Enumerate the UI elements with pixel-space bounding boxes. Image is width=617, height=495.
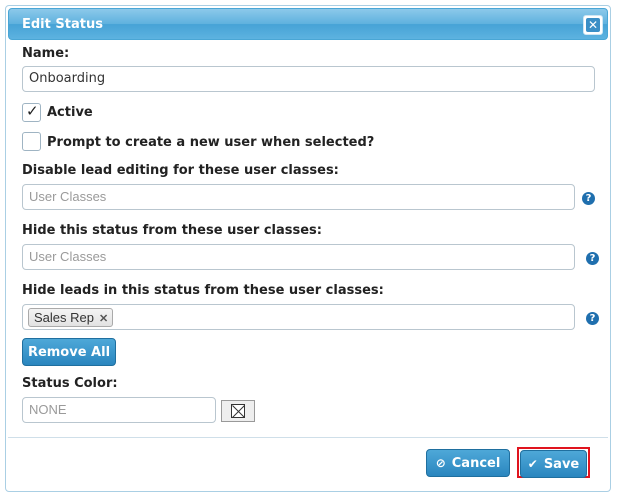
no-color-icon bbox=[231, 404, 245, 418]
name-input-value: Onboarding bbox=[29, 71, 106, 86]
close-button[interactable]: ✕ bbox=[583, 15, 603, 35]
hide-status-label: Hide this status from these user classes… bbox=[22, 223, 322, 238]
checkmark-icon: ✓ bbox=[26, 102, 39, 120]
save-label: Save bbox=[543, 456, 580, 472]
save-button[interactable]: ✔ Save bbox=[520, 450, 587, 478]
status-color-placeholder: NONE bbox=[29, 402, 67, 417]
name-input[interactable]: Onboarding bbox=[22, 66, 595, 92]
prompt-new-user-checkbox[interactable] bbox=[22, 132, 41, 151]
hide-leads-label: Hide leads in this status from these use… bbox=[22, 283, 384, 298]
user-class-tag: Sales Rep ✕ bbox=[28, 308, 114, 327]
hide-leads-user-classes-input[interactable]: Sales Rep ✕ bbox=[22, 304, 575, 330]
prompt-new-user-label: Prompt to create a new user when selecte… bbox=[47, 135, 375, 150]
cancel-label: Cancel bbox=[451, 455, 501, 471]
help-icon[interactable]: ? bbox=[586, 252, 599, 265]
footer-divider bbox=[8, 437, 608, 438]
color-picker-button[interactable] bbox=[221, 400, 255, 422]
remove-all-label: Remove All bbox=[27, 344, 111, 360]
help-icon[interactable]: ? bbox=[582, 192, 595, 205]
help-icon[interactable]: ? bbox=[586, 312, 599, 325]
edit-status-dialog: Edit Status ✕ Name: Onboarding ✓ Active … bbox=[5, 5, 611, 492]
remove-tag-icon[interactable]: ✕ bbox=[99, 313, 108, 325]
status-color-label: Status Color: bbox=[22, 376, 118, 391]
cancel-button[interactable]: ⊘ Cancel bbox=[426, 449, 510, 477]
disable-editing-label: Disable lead editing for these user clas… bbox=[22, 163, 339, 178]
tag-label: Sales Rep bbox=[34, 310, 94, 325]
disable-editing-user-classes-input[interactable]: User Classes bbox=[22, 184, 575, 210]
disable-editing-placeholder: User Classes bbox=[29, 189, 107, 204]
active-label: Active bbox=[47, 105, 93, 120]
remove-all-button[interactable]: Remove All bbox=[22, 338, 116, 366]
hide-status-placeholder: User Classes bbox=[29, 249, 107, 264]
close-icon: ✕ bbox=[586, 18, 600, 32]
active-checkbox[interactable]: ✓ bbox=[22, 102, 41, 122]
hide-status-user-classes-input[interactable]: User Classes bbox=[22, 244, 575, 270]
check-icon: ✔ bbox=[527, 457, 538, 471]
dialog-title: Edit Status bbox=[22, 17, 103, 32]
dialog-titlebar[interactable]: Edit Status ✕ bbox=[8, 8, 608, 40]
ban-icon: ⊘ bbox=[435, 456, 446, 470]
status-color-input[interactable]: NONE bbox=[22, 397, 216, 423]
name-label: Name: bbox=[22, 46, 70, 61]
